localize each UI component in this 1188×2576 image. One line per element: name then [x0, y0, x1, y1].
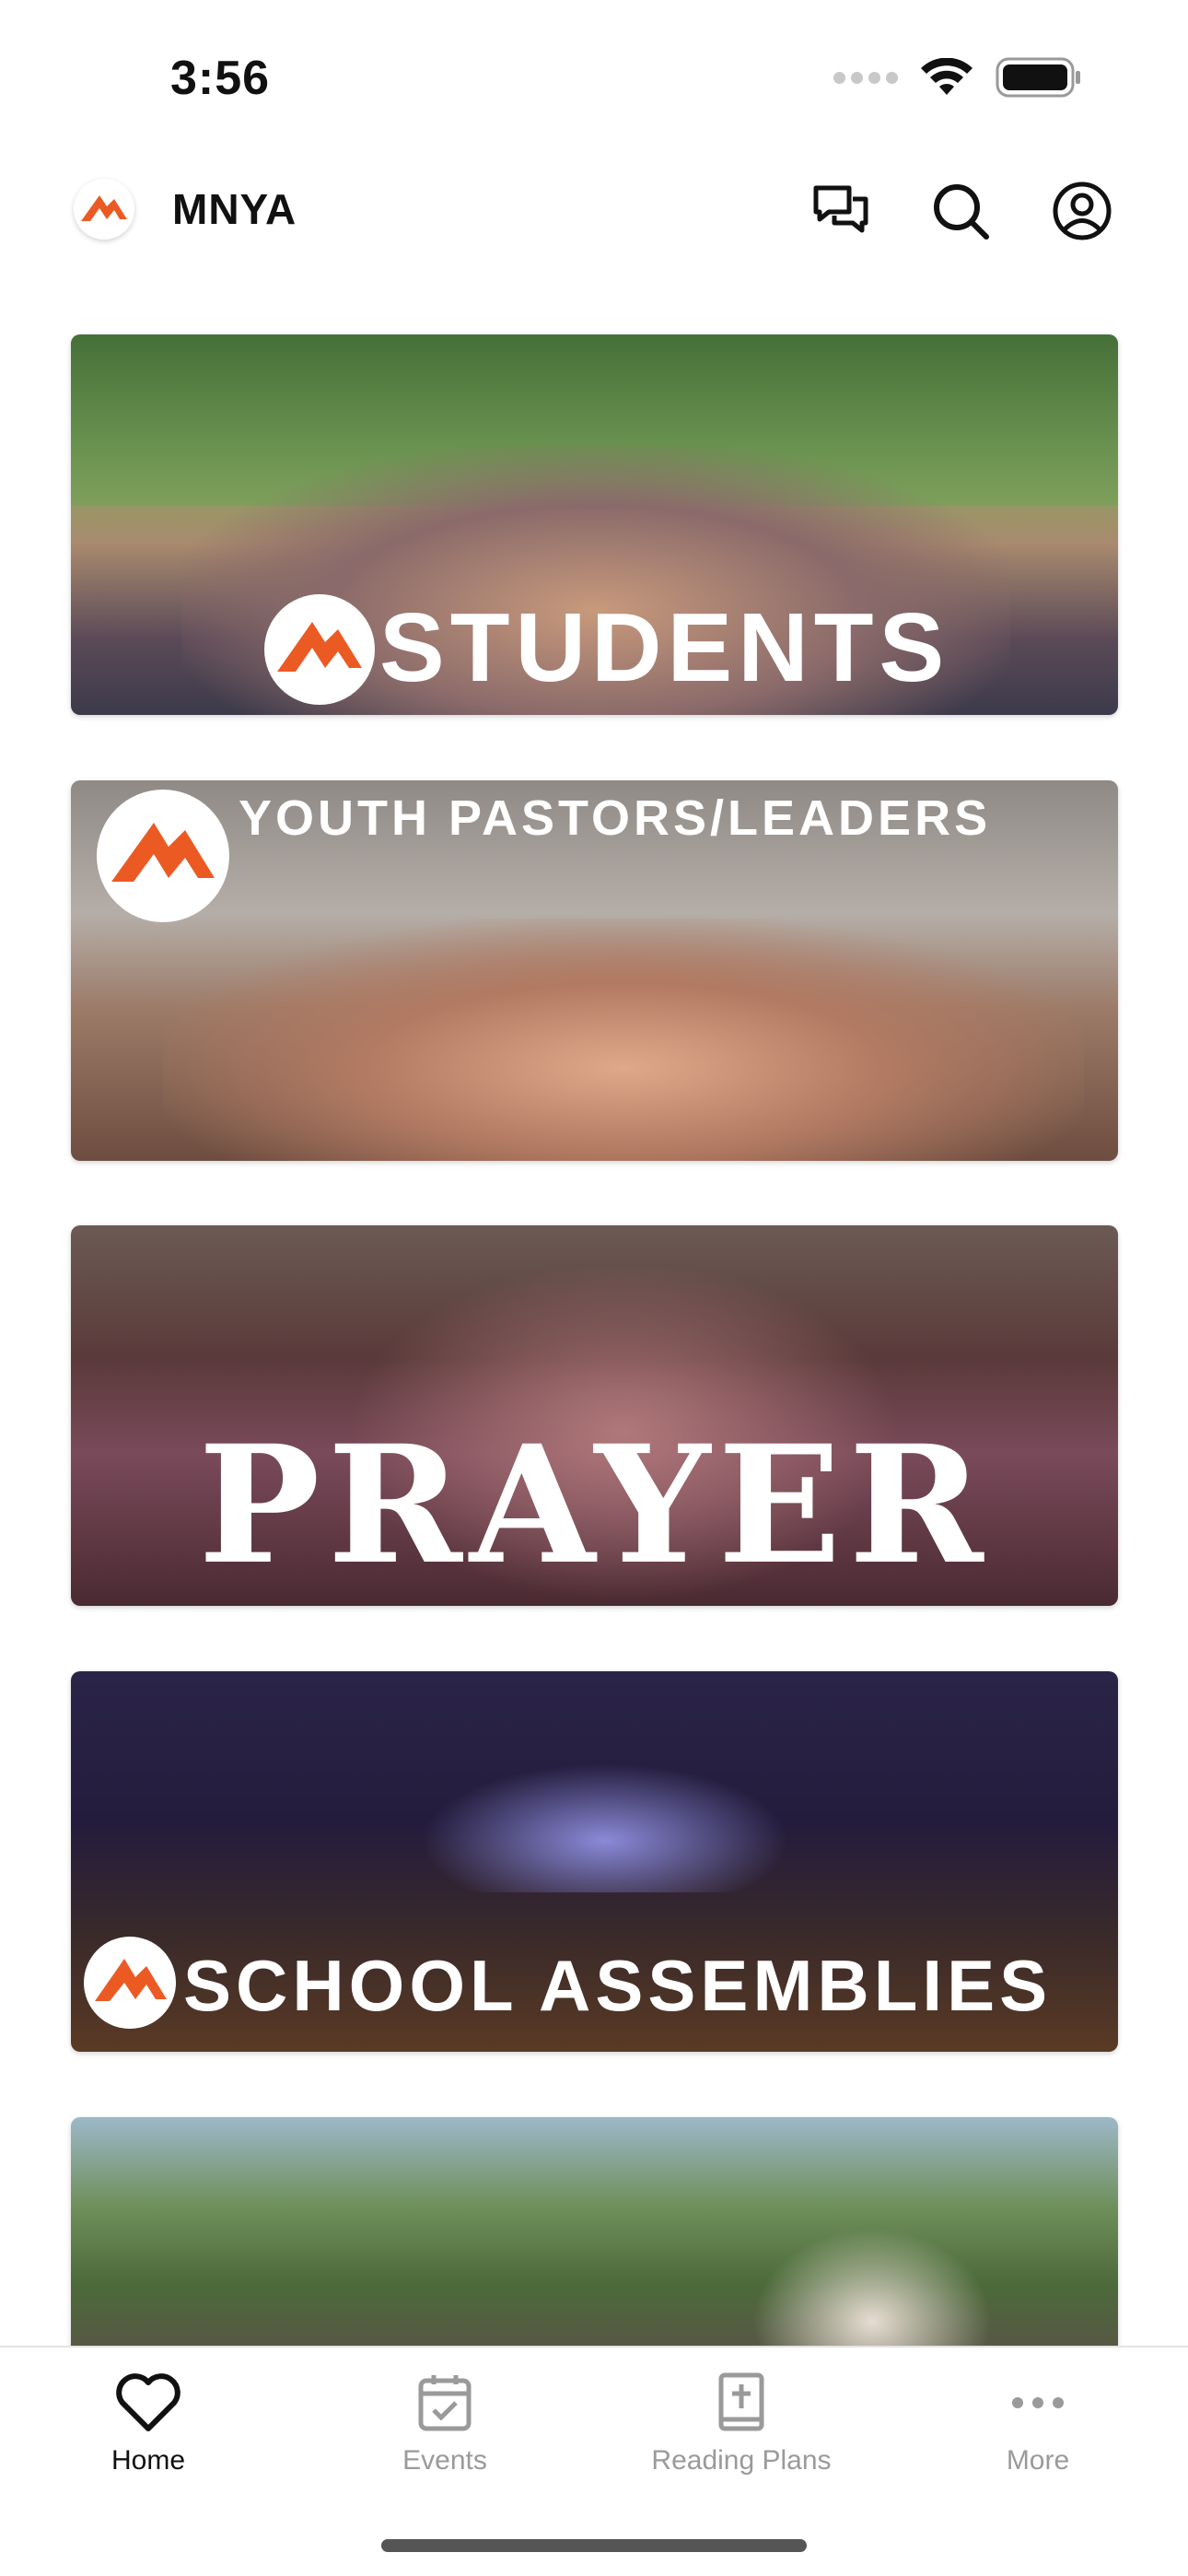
home-indicator[interactable] — [381, 2539, 807, 2552]
bible-icon — [718, 2372, 764, 2431]
heart-icon — [116, 2373, 181, 2431]
app-title: MNYA — [172, 185, 297, 233]
card-students-label: STUDENTS — [379, 593, 950, 702]
battery-icon — [996, 57, 1080, 98]
tab-home[interactable]: Home — [0, 2366, 297, 2495]
card-prayer-label: PRAYER — [198, 1410, 991, 1600]
calendar-check-icon — [418, 2375, 472, 2431]
mnya-badge-icon — [84, 1937, 176, 2029]
tab-events[interactable]: Events — [297, 2366, 593, 2495]
card-school-assemblies-label: SCHOOL ASSEMBLIES — [183, 1945, 1053, 2026]
card-school-assemblies[interactable]: SCHOOL ASSEMBLIES — [71, 1671, 1118, 2052]
mnya-logo-icon[interactable] — [74, 179, 134, 240]
tab-more[interactable]: More — [890, 2366, 1186, 2495]
tab-reading-plans[interactable]: Reading Plans — [593, 2366, 890, 2495]
mnya-badge-icon — [264, 594, 375, 705]
card-partial[interactable] — [71, 2117, 1118, 2375]
search-icon[interactable] — [926, 177, 995, 245]
tab-reading-plans-label: Reading Plans — [651, 2445, 832, 2476]
card-youth-pastors-leaders[interactable]: YOUTH PASTORS/LEADERS — [71, 780, 1118, 1161]
wifi-icon — [921, 58, 973, 95]
chat-icon[interactable] — [807, 177, 875, 245]
mnya-badge-icon — [97, 790, 229, 922]
profile-icon[interactable] — [1048, 177, 1116, 245]
ellipsis-icon — [1012, 2397, 1064, 2408]
app-header: MNYA — [0, 166, 1188, 258]
tab-more-label: More — [1006, 2445, 1070, 2476]
card-youth-pastors-label: YOUTH PASTORS/LEADERS — [239, 790, 992, 846]
tab-home-label: Home — [111, 2445, 186, 2476]
status-icons — [833, 57, 1082, 98]
card-students[interactable]: STUDENTS — [71, 334, 1118, 715]
tab-events-label: Events — [402, 2445, 487, 2476]
status-bar: 3:56 — [0, 0, 1188, 157]
card-prayer[interactable]: PRAYER — [71, 1225, 1118, 1606]
status-time: 3:56 — [170, 52, 271, 105]
cellular-signal-icon — [833, 71, 898, 84]
